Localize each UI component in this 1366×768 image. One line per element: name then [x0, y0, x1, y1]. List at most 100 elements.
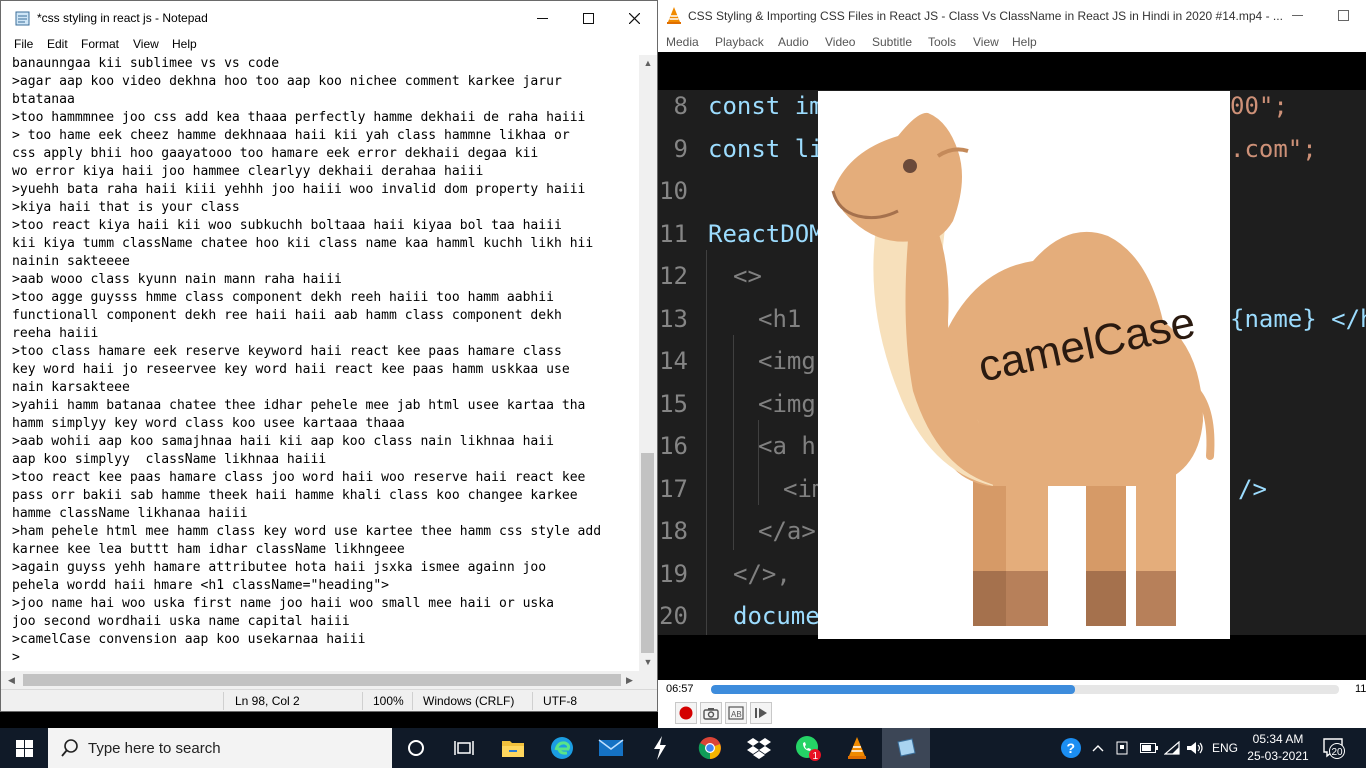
text-line: >yuehh bata raha haii kiii yehhh joo hai… — [12, 182, 586, 197]
text-line: >camelCase convension aap koo usekarnaa … — [12, 632, 366, 647]
svg-text:AB: AB — [731, 710, 742, 719]
app-lightning-button[interactable] — [636, 728, 684, 768]
seek-bar[interactable] — [711, 685, 1339, 694]
scroll-down-icon[interactable]: ▼ — [639, 654, 657, 671]
vlc-menu-video[interactable]: Video — [825, 35, 855, 49]
vlc-menu-help[interactable]: Help — [1012, 35, 1037, 49]
indent-guide — [706, 250, 707, 635]
record-button[interactable] — [675, 702, 697, 724]
snapshot-button[interactable] — [700, 702, 722, 724]
vlc-controls: 06:57 11 AB — [658, 680, 1366, 728]
help-tray[interactable]: ? — [1060, 728, 1082, 768]
vertical-scroll-thumb[interactable] — [641, 453, 654, 653]
text-line: >joo name hai woo uska first name joo ha… — [12, 596, 554, 611]
taskbar-search-box[interactable]: Type here to search — [48, 728, 392, 768]
mail-button[interactable] — [587, 728, 635, 768]
code-line-number: 16 — [659, 432, 688, 460]
maximize-button[interactable] — [565, 1, 611, 36]
text-line: hamm simplyy key word class koo usee kar… — [12, 416, 405, 431]
notepad-taskbar-button[interactable] — [882, 728, 930, 768]
code-line-number: 9 — [673, 134, 688, 163]
text-line: reeha haiii — [12, 326, 99, 341]
notification-center[interactable]: 20 — [1322, 728, 1346, 768]
notepad-window[interactable]: *css styling in react js - Notepad File … — [0, 0, 658, 712]
code-text: </>, — [733, 559, 791, 588]
speaker-icon — [1187, 742, 1203, 754]
help-icon: ? — [1061, 738, 1081, 758]
frame-step-button[interactable] — [750, 702, 772, 724]
code-text: </a> — [758, 517, 816, 545]
dropbox-button[interactable] — [735, 728, 783, 768]
menu-help[interactable]: Help — [172, 37, 197, 51]
encoding: UTF-8 — [543, 694, 577, 708]
elapsed-time: 06:57 — [666, 683, 694, 695]
notepad-titlebar[interactable]: *css styling in react js - Notepad — [1, 1, 657, 36]
vlc-menu-playback[interactable]: Playback — [715, 35, 764, 49]
edge-button[interactable] — [538, 728, 586, 768]
code-line-number: 11 — [659, 219, 688, 248]
vlc-cone-icon — [848, 737, 866, 759]
whatsapp-button[interactable]: 1 — [784, 728, 832, 768]
loop-ab-icon: AB — [728, 706, 744, 720]
vlc-titlebar[interactable]: CSS Styling & Importing CSS Files in Rea… — [658, 0, 1366, 31]
text-line: >too agge guysss hmme class component de… — [12, 290, 554, 305]
vlc-menu-media[interactable]: Media — [666, 35, 699, 49]
notepad-text: banaunngaa kii sublimee vs vs code >agar… — [12, 55, 601, 667]
menu-format[interactable]: Format — [81, 37, 119, 51]
scroll-up-icon[interactable]: ▲ — [639, 55, 657, 72]
text-line: wo error kiya haii joo hammee clearlyy d… — [12, 164, 484, 179]
language-indicator[interactable]: ENG — [1212, 728, 1238, 768]
loop-ab-button[interactable]: AB — [725, 702, 747, 724]
code-line-number: 13 — [659, 304, 688, 333]
battery-tray[interactable] — [1140, 728, 1158, 768]
start-button[interactable] — [0, 728, 48, 768]
text-line: key word haii jo reseervee key word haii… — [12, 362, 570, 377]
horizontal-scrollbar[interactable]: ◀ ▶ — [1, 671, 639, 689]
file-explorer-button[interactable] — [489, 728, 537, 768]
notepad-text-area[interactable]: banaunngaa kii sublimee vs vs code >agar… — [1, 55, 639, 671]
tray-overflow[interactable] — [1092, 728, 1104, 768]
menu-view[interactable]: View — [133, 37, 159, 51]
scroll-left-icon[interactable]: ◀ — [3, 671, 20, 689]
code-line-number: 10 — [659, 177, 688, 205]
volume-tray[interactable] — [1186, 728, 1204, 768]
vlc-taskbar-button[interactable] — [833, 728, 881, 768]
scroll-right-icon[interactable]: ▶ — [621, 671, 638, 689]
code-text: /> — [1238, 474, 1267, 503]
code-line-number: 17 — [659, 474, 688, 503]
horizontal-scroll-thumb[interactable] — [23, 674, 621, 686]
vlc-menu-audio[interactable]: Audio — [778, 35, 809, 49]
vlc-minimize-button[interactable] — [1274, 0, 1320, 31]
mail-icon — [598, 739, 624, 756]
task-view-button[interactable] — [440, 728, 488, 768]
notepad-statusbar: Ln 98, Col 2 100% Windows (CRLF) UTF-8 — [1, 689, 657, 711]
cortana-button[interactable] — [392, 728, 440, 768]
menu-edit[interactable]: Edit — [47, 37, 68, 51]
clock[interactable]: 05:34 AM 25-03-2021 — [1244, 731, 1312, 765]
wifi-tray[interactable] — [1164, 728, 1180, 768]
code-text: <img — [758, 389, 816, 418]
vlc-window[interactable]: CSS Styling & Importing CSS Files in Rea… — [658, 0, 1366, 728]
search-placeholder: Type here to search — [88, 740, 221, 757]
menu-file[interactable]: File — [14, 37, 33, 51]
camelcase-image: camelCase — [818, 91, 1230, 639]
maximize-icon — [582, 13, 594, 24]
vlc-menu-subtitle[interactable]: Subtitle — [872, 35, 912, 49]
text-line: pehela wordd haii hmare <h1 className="h… — [12, 578, 390, 593]
text-line: >aab wohii aap koo samajhnaa haii kii aa… — [12, 434, 554, 449]
chrome-button[interactable] — [686, 728, 734, 768]
vlc-menu-tools[interactable]: Tools — [928, 35, 956, 49]
network-device-tray[interactable] — [1116, 728, 1128, 768]
video-frame[interactable]: 8 const img 00"; 9 const lir .com"; 10 11 ReactD… — [658, 52, 1366, 680]
code-line-number: 8 — [673, 92, 688, 120]
notification-count: 20 — [1332, 747, 1344, 758]
close-button[interactable] — [611, 1, 657, 36]
vlc-maximize-button[interactable] — [1320, 0, 1366, 31]
text-line: kii kiya tumm className chatee hoo kii c… — [12, 236, 594, 251]
vlc-menu-view[interactable]: View — [973, 35, 999, 49]
folder-icon — [502, 741, 524, 757]
code-text: 00"; — [1230, 92, 1288, 120]
minimize-button[interactable] — [519, 1, 565, 36]
vertical-scrollbar[interactable]: ▲ ▼ — [639, 55, 657, 671]
windows-logo-icon — [15, 739, 33, 757]
